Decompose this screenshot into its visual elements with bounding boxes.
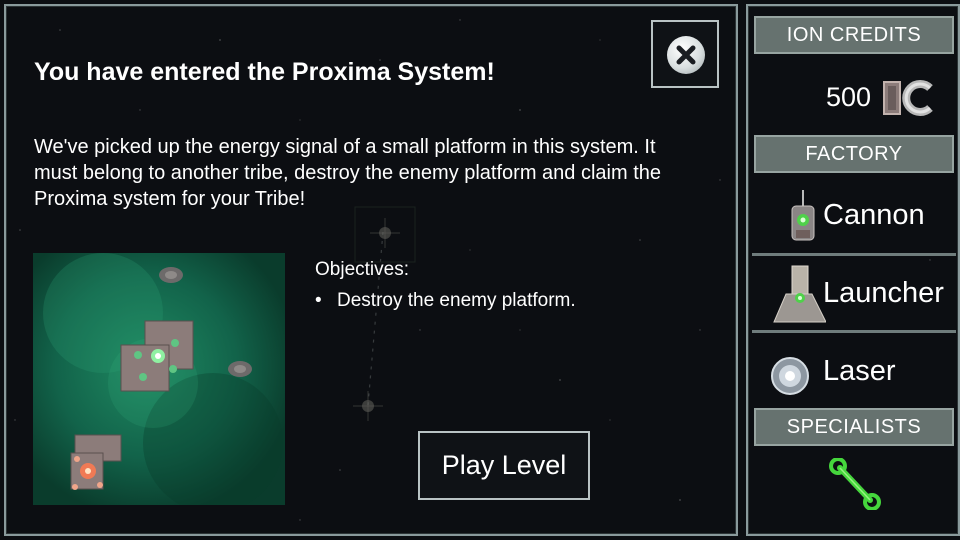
cannon-icon <box>791 190 815 241</box>
bullet: • <box>315 290 322 311</box>
factory-item-label: Launcher <box>823 277 944 309</box>
ion-credits-header: ION CREDITS <box>754 16 954 54</box>
factory-header: FACTORY <box>754 135 954 173</box>
factory-item-laser[interactable]: Laser <box>752 336 956 408</box>
mission-title: You have entered the Proxima System! <box>34 58 495 86</box>
system-map-preview <box>33 253 285 505</box>
launcher-icon <box>773 265 826 323</box>
factory-item-label: Laser <box>823 355 896 387</box>
specialists-header: SPECIALISTS <box>754 408 954 446</box>
objective-item: • Destroy the enemy platform. <box>315 290 576 312</box>
factory-item-launcher[interactable]: Launcher <box>752 258 956 330</box>
close-icon <box>667 36 705 74</box>
divider <box>752 253 956 256</box>
factory-item-cannon[interactable]: Cannon <box>752 180 956 252</box>
wrench-icon[interactable] <box>826 458 884 510</box>
laser-icon <box>771 357 809 395</box>
factory-item-label: Cannon <box>823 199 925 231</box>
objectives-heading: Objectives: <box>315 259 409 280</box>
ion-credits-value: 500 <box>826 82 872 112</box>
ion-credits-icon <box>883 80 933 116</box>
close-button[interactable] <box>651 20 719 88</box>
mission-description: We've picked up the energy signal of a s… <box>34 136 662 210</box>
objective-text: Destroy the enemy platform. <box>337 290 576 311</box>
divider <box>752 330 956 333</box>
play-level-button[interactable]: Play Level <box>418 431 590 500</box>
